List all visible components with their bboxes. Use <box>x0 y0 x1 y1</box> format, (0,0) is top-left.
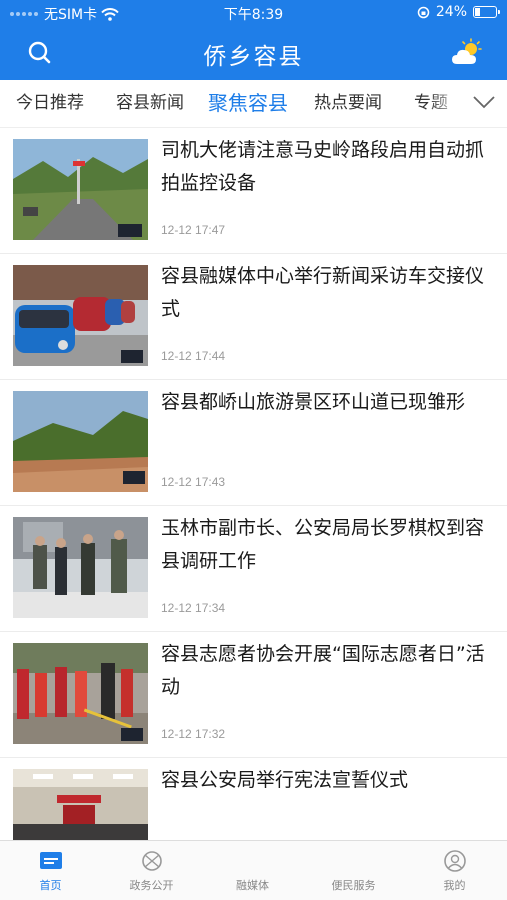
news-list: 司机大佬请注意马史岭路段启用自动抓拍监控设备 12-12 17:47 容县融媒体… <box>0 128 507 840</box>
service-icon <box>341 849 367 873</box>
news-thumbnail <box>13 139 148 240</box>
header-nav: 侨乡容县 <box>0 26 507 80</box>
battery-icon <box>473 6 500 18</box>
news-thumbnail <box>13 265 148 366</box>
battery-area: 24% <box>417 4 500 20</box>
weather-button[interactable] <box>451 38 483 68</box>
news-time: 12-12 17:32 <box>161 727 226 741</box>
news-thumbnail <box>13 391 148 492</box>
news-title: 容县公安局举行宪法宣誓仪式 <box>161 769 409 791</box>
bottom-nav-label: 我的 <box>443 879 466 892</box>
tabs-expand-button[interactable] <box>461 80 507 127</box>
news-item[interactable]: 容县融媒体中心举行新闻采访车交接仪式 12-12 17:44 <box>0 254 507 380</box>
bottom-nav-profile[interactable]: 我的 <box>404 841 505 900</box>
profile-icon <box>443 850 466 872</box>
news-time: 12-12 17:44 <box>161 349 226 363</box>
news-item[interactable]: 容县都峤山旅游景区环山道已现雏形 12-12 17:43 <box>0 380 507 506</box>
government-icon <box>141 851 162 871</box>
news-title: 司机大佬请注意马史岭路段启用自动抓拍监控设备 <box>161 139 485 194</box>
orientation-lock-icon <box>417 6 430 18</box>
watermark-badge <box>121 728 143 741</box>
category-tabs: 今日推荐 容县新闻 聚焦容县 热点要闻 专题 <box>0 80 507 128</box>
news-title: 玉林市副市长、公安局局长罗棋权到容县调研工作 <box>161 517 485 572</box>
status-bar: 无SIM卡 下午8:39 24% <box>0 0 507 26</box>
home-icon <box>39 852 62 869</box>
news-item[interactable]: 玉林市副市长、公安局局长罗棋权到容县调研工作 12-12 17:34 <box>0 506 507 632</box>
bottom-nav-government[interactable]: 政务公开 <box>101 841 202 900</box>
weather-icon <box>452 38 482 64</box>
tab-focus-county[interactable]: 聚焦容县 <box>208 80 288 127</box>
app-title: 侨乡容县 <box>203 44 304 70</box>
bottom-nav-label: 便民服务 <box>331 879 376 892</box>
news-title: 容县都峤山旅游景区环山道已现雏形 <box>161 391 466 413</box>
bottom-nav: 首页 政务公开 融媒体 便民服务 我的 <box>0 840 507 900</box>
news-title: 容县志愿者协会开展“国际志愿者日”活动 <box>161 643 485 698</box>
news-thumbnail <box>13 769 148 840</box>
chevron-down-icon <box>473 96 495 109</box>
bottom-nav-label: 首页 <box>39 879 62 892</box>
news-title: 容县融媒体中心举行新闻采访车交接仪式 <box>161 265 485 320</box>
top-bar: 无SIM卡 下午8:39 24% 侨乡容县 <box>0 0 507 80</box>
news-item[interactable]: 容县志愿者协会开展“国际志愿者日”活动 12-12 17:32 <box>0 632 507 758</box>
watermark-badge <box>121 350 143 363</box>
news-time: 12-12 17:34 <box>161 601 226 615</box>
news-time: 12-12 17:43 <box>161 475 226 489</box>
bottom-nav-label: 政务公开 <box>129 879 174 892</box>
news-item[interactable]: 容县公安局举行宪法宣誓仪式 <box>0 758 507 840</box>
battery-percent: 24% <box>435 4 467 20</box>
news-item[interactable]: 司机大佬请注意马史岭路段启用自动抓拍监控设备 12-12 17:47 <box>0 128 507 254</box>
news-time: 12-12 17:47 <box>161 223 226 237</box>
bottom-nav-media[interactable]: 融媒体 <box>202 841 303 900</box>
news-thumbnail <box>13 643 148 744</box>
watermark-badge <box>123 471 145 484</box>
media-icon <box>240 849 266 873</box>
tab-county-news[interactable]: 容县新闻 <box>116 80 184 127</box>
bottom-nav-service[interactable]: 便民服务 <box>303 841 404 900</box>
tab-hot-news[interactable]: 热点要闻 <box>314 80 382 127</box>
bottom-nav-home[interactable]: 首页 <box>0 841 101 900</box>
bottom-nav-label: 融媒体 <box>236 879 269 892</box>
watermark-badge <box>118 224 142 237</box>
tab-today-recommend[interactable]: 今日推荐 <box>16 80 84 127</box>
news-thumbnail <box>13 517 148 618</box>
